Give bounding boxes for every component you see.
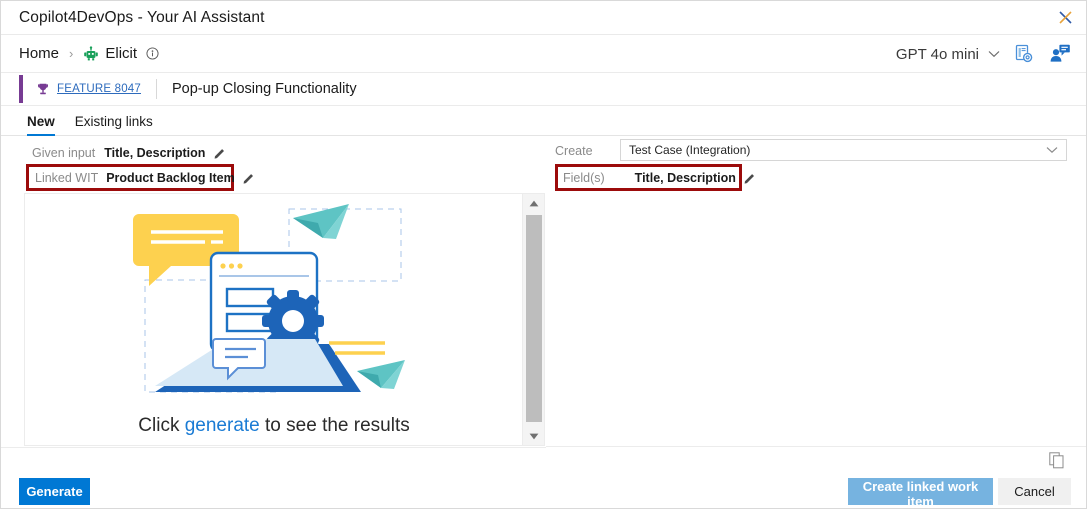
trophy-icon <box>36 82 50 96</box>
chevron-down-icon <box>1046 146 1058 154</box>
tab-bar: New Existing links <box>1 105 1086 136</box>
right-form-panel: Create Test Case (Integration) Field(s) … <box>546 137 1086 193</box>
window-titlebar: Copilot4DevOps - Your AI Assistant <box>1 1 1086 34</box>
work-item-divider <box>156 79 157 99</box>
scroll-down-arrow-icon[interactable] <box>523 427 545 445</box>
given-input-label: Given input <box>32 146 96 160</box>
chevron-down-icon <box>988 50 1000 58</box>
breadcrumb-elicit[interactable]: Elicit <box>83 45 159 62</box>
fields-row-highlighted: Field(s) Title, Description <box>555 164 754 191</box>
results-empty-state: Click generate to see the results <box>25 194 523 445</box>
given-input-row: Given input Title, Description <box>32 140 226 166</box>
left-form-panel: Given input Title, Description Linked WI… <box>1 137 546 193</box>
fields-value: Title, Description <box>634 170 736 185</box>
generate-link[interactable]: generate <box>185 415 260 436</box>
results-scrollbar[interactable] <box>522 194 544 445</box>
linked-wit-value: Product Backlog Item <box>106 170 235 185</box>
given-input-value: Title, Description <box>104 146 206 160</box>
pencil-icon[interactable] <box>214 147 226 159</box>
empty-state-illustration <box>133 196 415 413</box>
copy-icon[interactable] <box>1047 450 1067 470</box>
results-caption-prefix: Click <box>138 415 185 436</box>
results-panel: Click generate to see the results <box>24 193 545 446</box>
fields-label: Field(s) <box>563 170 605 185</box>
scroll-up-arrow-icon[interactable] <box>523 194 545 212</box>
linked-wit-label: Linked WIT <box>35 170 99 185</box>
pencil-icon[interactable] <box>243 172 255 184</box>
results-caption: Click generate to see the results <box>138 415 409 437</box>
breadcrumb-home[interactable]: Home <box>19 45 59 62</box>
breadcrumb-bar: Home › Elicit GPT 4o mini <box>1 34 1086 73</box>
work-item-id-link[interactable]: FEATURE 8047 <box>57 83 141 95</box>
work-item-title: Pop-up Closing Functionality <box>172 81 357 97</box>
breadcrumb-elicit-label: Elicit <box>105 45 138 62</box>
generate-button[interactable]: Generate <box>19 478 90 505</box>
person-feedback-icon[interactable] <box>1042 37 1078 71</box>
create-type-selected: Test Case (Integration) <box>629 143 751 157</box>
tab-existing-links[interactable]: Existing links <box>75 114 161 135</box>
pencil-icon[interactable] <box>744 172 756 184</box>
linked-wit-row-highlighted: Linked WIT Product Backlog Item <box>26 164 253 191</box>
right-section-divider <box>546 446 1086 447</box>
tab-new[interactable]: New <box>27 114 63 136</box>
nav-right-tools: GPT 4o mini <box>890 35 1078 73</box>
work-item-id-group: FEATURE 8047 <box>36 82 141 96</box>
copilot4devops-window: Copilot4DevOps - Your AI Assistant Home … <box>0 0 1087 509</box>
create-linked-work-item-button[interactable]: Create linked work item <box>848 478 993 508</box>
scrollbar-thumb[interactable] <box>526 215 542 422</box>
cancel-button[interactable]: Cancel <box>998 478 1071 505</box>
results-caption-suffix: to see the results <box>259 415 410 436</box>
breadcrumb-separator: › <box>69 46 74 61</box>
model-selector-label: GPT 4o mini <box>895 45 979 63</box>
work-item-accent-bar <box>19 75 23 103</box>
create-type-dropdown[interactable]: Test Case (Integration) <box>620 139 1067 161</box>
close-icon[interactable] <box>1042 1 1086 34</box>
model-selector[interactable]: GPT 4o mini <box>890 43 1006 66</box>
window-title: Copilot4DevOps - Your AI Assistant <box>19 8 265 26</box>
footer-bar: Generate Create linked work item Cancel <box>1 448 1086 508</box>
robot-icon <box>83 45 99 62</box>
info-circle-icon[interactable] <box>143 47 159 60</box>
work-item-header: FEATURE 8047 Pop-up Closing Functionalit… <box>1 72 1086 105</box>
create-label: Create <box>555 144 593 158</box>
document-gear-icon[interactable] <box>1006 37 1042 71</box>
